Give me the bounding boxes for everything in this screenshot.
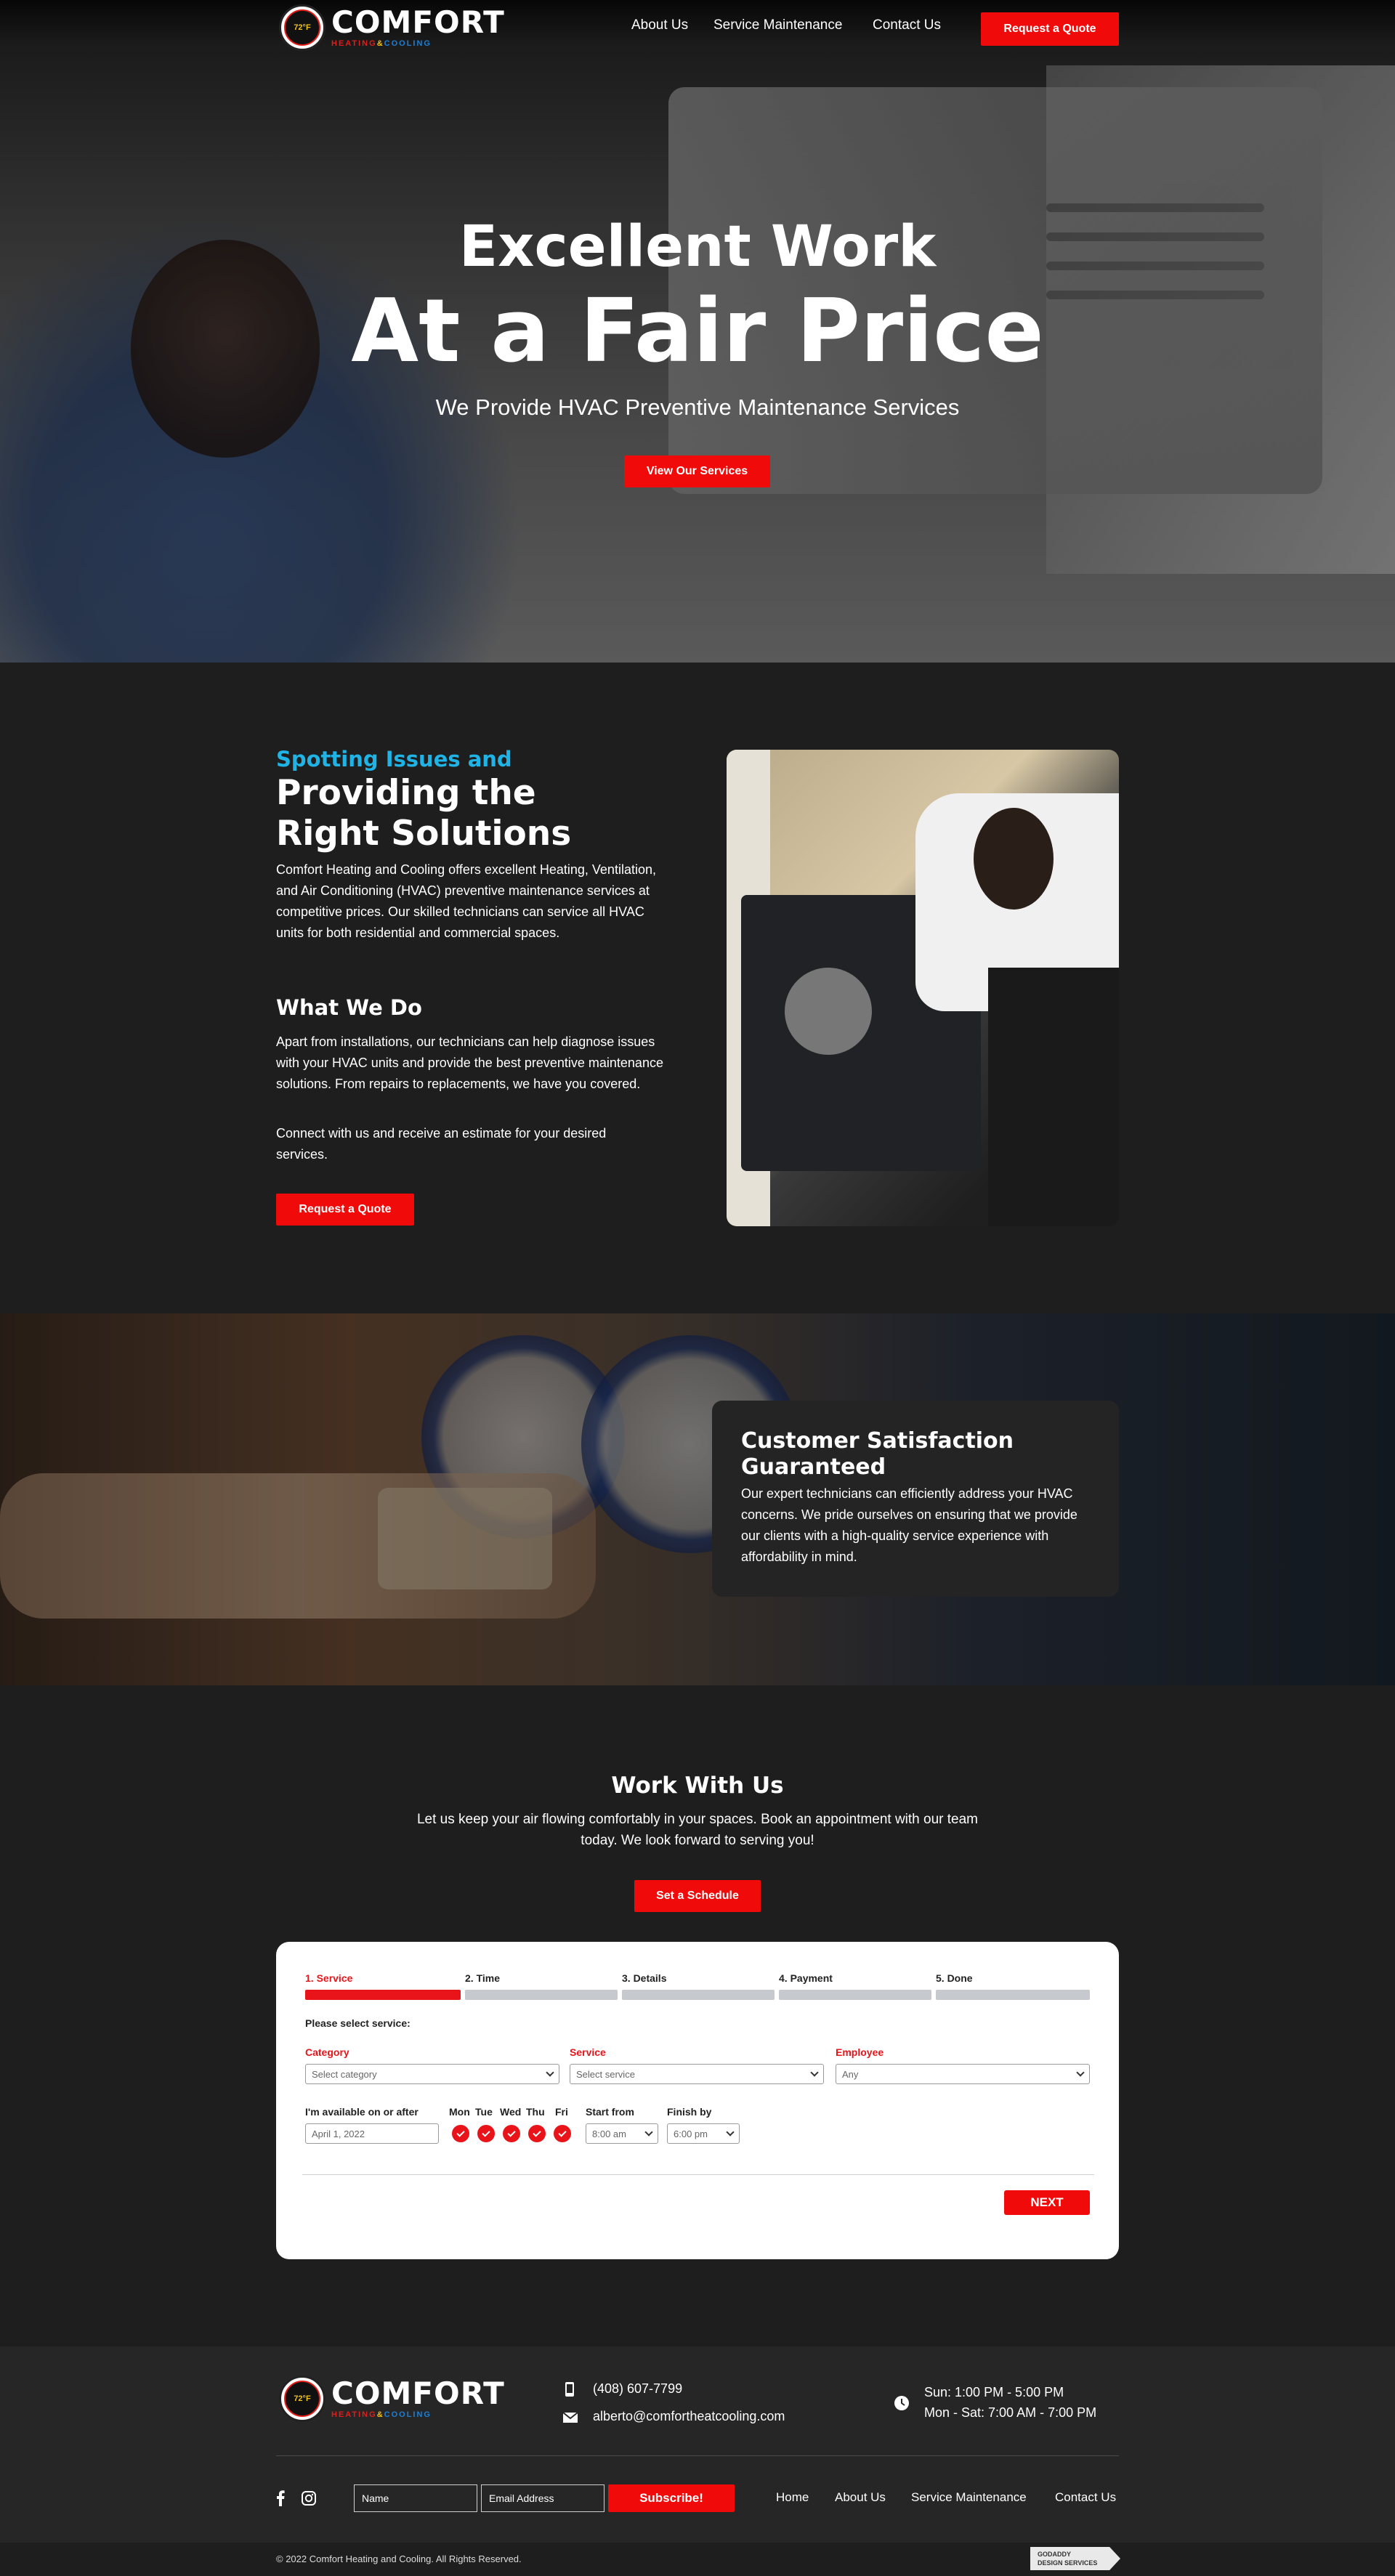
footer-logo[interactable]: 72°F COMFORT HEATING&COOLING	[279, 2375, 505, 2422]
hours-weekdays: Mon - Sat: 7:00 AM - 7:00 PM	[924, 2405, 1097, 2420]
next-button[interactable]: NEXT	[1004, 2190, 1090, 2215]
category-select[interactable]: Select category	[305, 2064, 559, 2084]
hours-sunday: Sun: 1:00 PM - 5:00 PM	[924, 2385, 1064, 2399]
footer-phone[interactable]: (408) 607-7799	[593, 2381, 682, 2397]
phone-icon	[565, 2382, 574, 2397]
technician-repair-photo	[727, 750, 1119, 1226]
date-input[interactable]: April 1, 2022	[305, 2123, 439, 2144]
site-footer	[0, 2346, 1395, 2543]
day-thu-label: Thu	[526, 2106, 545, 2118]
progress-step-2	[465, 1990, 618, 2000]
view-services-button[interactable]: View Our Services	[624, 455, 770, 487]
step-done: 5. Done	[936, 1972, 973, 1984]
copyright: © 2022 Comfort Heating and Cooling. All …	[276, 2553, 522, 2564]
divider	[302, 2174, 1094, 2175]
finish-by-label: Finish by	[667, 2106, 712, 2118]
footer-email[interactable]: alberto@comfortheatcooling.com	[593, 2409, 785, 2424]
subscribe-button[interactable]: Subscribe!	[608, 2484, 735, 2512]
available-label: I'm available on or after	[305, 2106, 418, 2118]
intro-kicker: Spotting Issues and	[276, 747, 512, 771]
newsletter-name-input[interactable]: Name	[354, 2484, 477, 2512]
footer-link-service-maintenance[interactable]: Service Maintenance	[911, 2490, 1027, 2505]
godaddy-badge[interactable]: GODADDY DESIGN SERVICES	[1030, 2547, 1120, 2570]
day-fri-checkbox[interactable]	[554, 2125, 571, 2142]
work-paragraph: Let us keep your air flowing comfortably…	[416, 1812, 978, 1848]
satisfaction-section	[0, 1313, 1395, 1685]
site-header: 72°F COMFORT HEATING&COOLING About Us Se…	[0, 0, 1395, 58]
thermometer-icon: 72°F	[284, 2381, 320, 2417]
day-tue-label: Tue	[475, 2106, 493, 2118]
satisfaction-paragraph: Our expert technicians can efficiently a…	[741, 1486, 1077, 1564]
day-wed-label: Wed	[500, 2106, 522, 2118]
mail-icon	[562, 2412, 578, 2423]
site-logo[interactable]: 72°F COMFORT HEATING&COOLING	[279, 4, 505, 51]
footer-link-home[interactable]: Home	[776, 2490, 809, 2505]
hero-title-line2: At a Fair Price	[351, 281, 1044, 382]
request-quote-button[interactable]: Request a Quote	[981, 12, 1119, 46]
progress-step-1	[305, 1990, 461, 2000]
intro-section	[0, 663, 1395, 1313]
day-mon-checkbox[interactable]	[452, 2125, 469, 2142]
estimate-paragraph: Connect with us and receive an estimate …	[276, 1126, 607, 1162]
footer-link-about-us[interactable]: About Us	[835, 2490, 886, 2505]
employee-select[interactable]: Any	[836, 2064, 1090, 2084]
intro-paragraph: Comfort Heating and Cooling offers excel…	[276, 862, 656, 940]
progress-step-3	[622, 1990, 775, 2000]
employee-label: Employee	[836, 2046, 884, 2058]
day-wed-checkbox[interactable]	[503, 2125, 520, 2142]
facebook-icon[interactable]	[276, 2490, 285, 2506]
booking-widget: 1. Service 2. Time 3. Details 4. Payment…	[276, 1942, 1119, 2259]
step-service: 1. Service	[305, 1972, 353, 1984]
work-title: Work With Us	[611, 1773, 784, 1799]
hero-subtitle: We Provide HVAC Preventive Maintenance S…	[435, 394, 960, 420]
category-label: Category	[305, 2046, 349, 2058]
chevron-down-icon	[546, 2068, 554, 2077]
what-we-do-title: What We Do	[276, 995, 422, 1020]
chevron-down-icon	[644, 2128, 653, 2136]
clock-icon	[894, 2396, 909, 2410]
day-tue-checkbox[interactable]	[477, 2125, 495, 2142]
intro-request-quote-button[interactable]: Request a Quote	[276, 1194, 414, 1226]
service-select[interactable]: Select service	[570, 2064, 824, 2084]
footer-divider	[276, 2455, 1119, 2456]
bottom-bar	[0, 2543, 1395, 2576]
newsletter-email-input[interactable]: Email Address	[481, 2484, 604, 2512]
select-service-prompt: Please select service:	[305, 2017, 411, 2029]
nav-contact-us[interactable]: Contact Us	[873, 17, 941, 33]
satisfaction-title: Customer Satisfaction Guaranteed	[741, 1428, 1014, 1480]
instagram-icon[interactable]	[301, 2490, 317, 2506]
progress-step-4	[779, 1990, 931, 2000]
nav-service-maintenance[interactable]: Service Maintenance	[713, 17, 842, 33]
intro-title-line1: Providing the	[276, 773, 536, 813]
chevron-down-icon	[1076, 2068, 1085, 2077]
step-time: 2. Time	[465, 1972, 500, 1984]
intro-title-line2: Right Solutions	[276, 814, 572, 854]
step-payment: 4. Payment	[779, 1972, 833, 1984]
start-from-label: Start from	[586, 2106, 634, 2118]
footer-link-contact-us[interactable]: Contact Us	[1055, 2490, 1116, 2505]
chevron-down-icon	[810, 2068, 819, 2077]
set-schedule-button[interactable]: Set a Schedule	[634, 1880, 761, 1912]
nav-about-us[interactable]: About Us	[631, 17, 688, 33]
thermometer-icon: 72°F	[284, 9, 320, 46]
what-we-do-paragraph: Apart from installations, our technician…	[276, 1034, 663, 1091]
day-mon-label: Mon	[449, 2106, 470, 2118]
satisfaction-card: Customer Satisfaction Guaranteed Our exp…	[712, 1401, 1119, 1597]
start-time-select[interactable]: 8:00 am	[586, 2123, 658, 2144]
chevron-down-icon	[726, 2128, 735, 2136]
day-fri-label: Fri	[555, 2106, 568, 2118]
progress-step-5	[936, 1990, 1090, 2000]
step-details: 3. Details	[622, 1972, 667, 1984]
finish-time-select[interactable]: 6:00 pm	[667, 2123, 740, 2144]
hero-title-line1: Excellent Work	[458, 214, 937, 280]
day-thu-checkbox[interactable]	[528, 2125, 546, 2142]
service-label: Service	[570, 2046, 606, 2058]
